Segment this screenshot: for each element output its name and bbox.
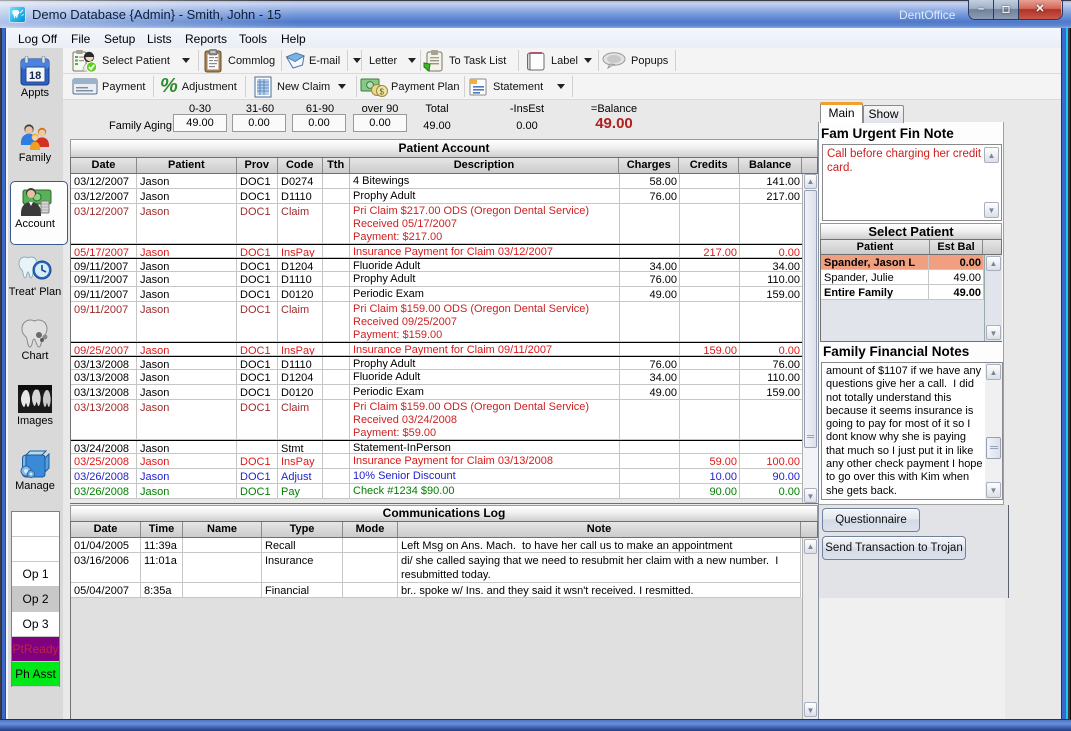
svg-text:18: 18 <box>29 70 41 82</box>
svg-text:$: $ <box>380 87 385 96</box>
